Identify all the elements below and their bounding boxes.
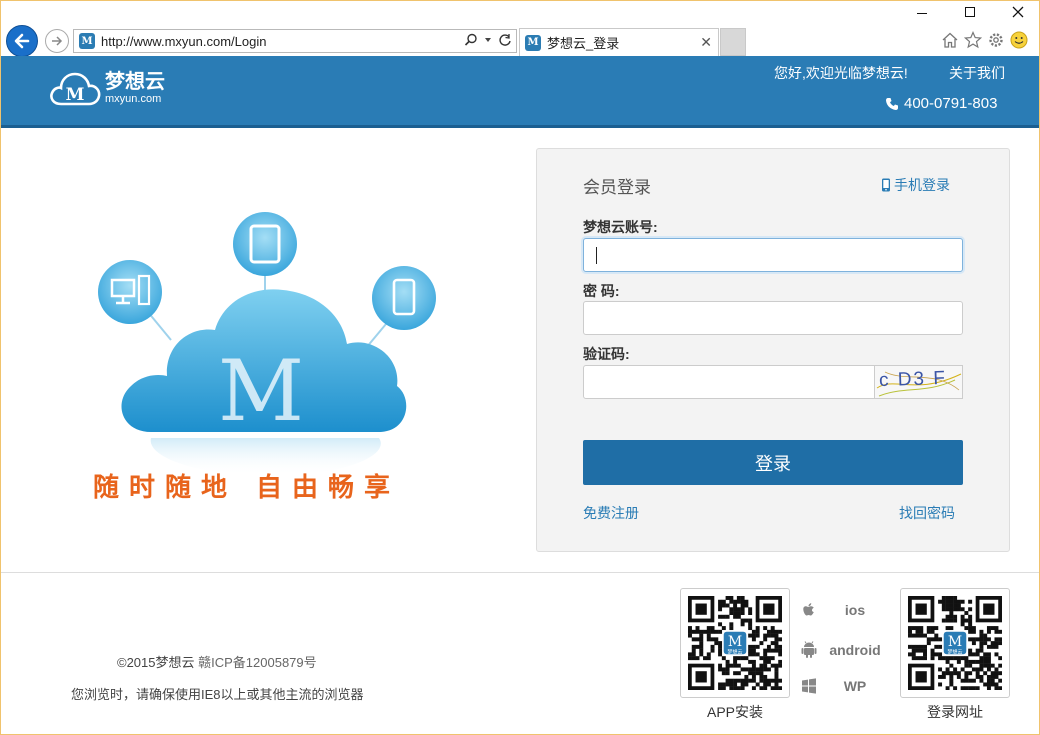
- browser-note: 您浏览时，请确保使用IE8以上或其他主流的浏览器: [71, 687, 364, 702]
- captcha-text: c D3 F: [878, 367, 948, 392]
- site-favicon-icon: M: [79, 33, 95, 49]
- tab-close-icon[interactable]: ✕: [700, 35, 712, 51]
- star-icon[interactable]: [964, 31, 982, 49]
- phone-icon: [886, 97, 898, 110]
- android-label: android: [829, 642, 881, 658]
- login-panel: 会员登录 手机登录 梦想云账号: 密 码: 验证码: c D3 F 登录 免费注…: [536, 148, 1010, 552]
- minimize-button[interactable]: [899, 1, 945, 23]
- svg-text:M: M: [218, 342, 304, 440]
- platform-android[interactable]: android: [801, 641, 885, 659]
- login-title: 会员登录: [583, 178, 651, 197]
- minimize-icon: [917, 12, 927, 14]
- icp-link[interactable]: 赣ICP备12005879号: [198, 655, 317, 670]
- phone-number: 400-0791-803: [885, 95, 997, 112]
- qr-code-icon: M梦想云: [908, 596, 1002, 690]
- browser-tools: [941, 31, 1028, 49]
- site-logo[interactable]: M 梦想云 mxyun.com: [49, 68, 165, 108]
- svg-text:梦想云: 梦想云: [947, 649, 962, 656]
- svg-text:M: M: [66, 85, 85, 105]
- close-icon: [1012, 6, 1024, 18]
- wp-label: WP: [843, 678, 867, 694]
- captcha-label: 验证码:: [583, 346, 630, 362]
- android-icon: [801, 641, 817, 658]
- refresh-icon[interactable]: [498, 33, 512, 47]
- logo-domain: mxyun.com: [105, 92, 162, 105]
- platform-ios[interactable]: ios: [801, 602, 885, 618]
- mobile-login-link[interactable]: 手机登录: [881, 175, 950, 195]
- welcome-text: 您好,欢迎光临梦想云!: [774, 65, 908, 81]
- url-text: http://www.mxyun.com/Login: [101, 33, 267, 49]
- smiley-icon[interactable]: [1010, 31, 1028, 49]
- apple-icon: [803, 603, 814, 616]
- title-bar: [1, 1, 1039, 23]
- forgot-password-link[interactable]: 找回密码: [899, 503, 955, 523]
- login-url-qr-code[interactable]: M 梦想云: [900, 588, 1010, 698]
- ios-label: ios: [844, 602, 866, 618]
- login-url-caption: 登录网址: [927, 704, 983, 720]
- qr-code-icon: M梦想云: [688, 596, 782, 690]
- tab-login[interactable]: M 梦想云_登录 ✕: [519, 28, 719, 56]
- back-button[interactable]: [6, 25, 38, 57]
- about-us-link[interactable]: 关于我们: [949, 63, 1005, 83]
- password-label: 密 码:: [583, 283, 620, 299]
- mobile-phone-icon: [882, 178, 890, 192]
- svg-text:M: M: [948, 634, 962, 650]
- logo-name: 梦想云: [105, 70, 165, 93]
- password-input[interactable]: [583, 301, 963, 335]
- home-icon[interactable]: [941, 31, 959, 49]
- captcha-input[interactable]: [583, 365, 875, 399]
- forward-button[interactable]: [45, 29, 69, 53]
- account-label: 梦想云账号:: [583, 219, 658, 235]
- tab-favicon-icon: M: [525, 34, 541, 51]
- app-qr-code[interactable]: M 梦想云: [680, 588, 790, 698]
- svg-text:M: M: [728, 634, 742, 650]
- register-link[interactable]: 免费注册: [583, 503, 639, 523]
- copyright-text: ©2015梦想云: [117, 655, 195, 670]
- maximize-icon: [965, 7, 975, 17]
- search-icon[interactable]: [464, 33, 478, 47]
- address-tools: [464, 33, 512, 47]
- browser-window: M http://www.mxyun.com/Login M 梦想云_登录 ✕: [0, 0, 1040, 735]
- text-caret: [596, 247, 597, 264]
- arrow-right-icon: [52, 36, 63, 46]
- arrow-left-icon: [14, 33, 30, 49]
- login-button[interactable]: 登录: [583, 440, 963, 485]
- close-window-button[interactable]: [995, 1, 1039, 23]
- windows-icon: [802, 678, 816, 694]
- captcha-image[interactable]: c D3 F: [875, 365, 963, 399]
- svg-text:梦想云: 梦想云: [727, 649, 742, 656]
- account-input[interactable]: [583, 238, 963, 272]
- slogan-text: 随时随地 自由畅享: [93, 473, 401, 503]
- dropdown-icon[interactable]: [484, 36, 492, 44]
- site-header: M 梦想云 mxyun.com 您好,欢迎光临梦想云! 关于我们 400-079…: [1, 56, 1039, 128]
- phone-number-text: 400-0791-803: [904, 95, 998, 112]
- app-install-caption: APP安装: [706, 704, 763, 720]
- footer-divider: [1, 572, 1039, 573]
- gear-icon[interactable]: [987, 31, 1005, 49]
- new-tab-button[interactable]: [720, 28, 746, 56]
- address-bar[interactable]: M http://www.mxyun.com/Login: [73, 29, 517, 53]
- mobile-login-label: 手机登录: [894, 177, 950, 193]
- logo-cloud-icon: M: [50, 72, 101, 106]
- maximize-button[interactable]: [947, 1, 993, 23]
- tab-title: 梦想云_登录: [547, 36, 620, 51]
- copyright: ©2015梦想云 赣ICP备12005879号: [117, 652, 317, 671]
- platform-wp[interactable]: WP: [801, 678, 885, 694]
- navigation-bar: M http://www.mxyun.com/Login M 梦想云_登录 ✕: [1, 23, 1039, 57]
